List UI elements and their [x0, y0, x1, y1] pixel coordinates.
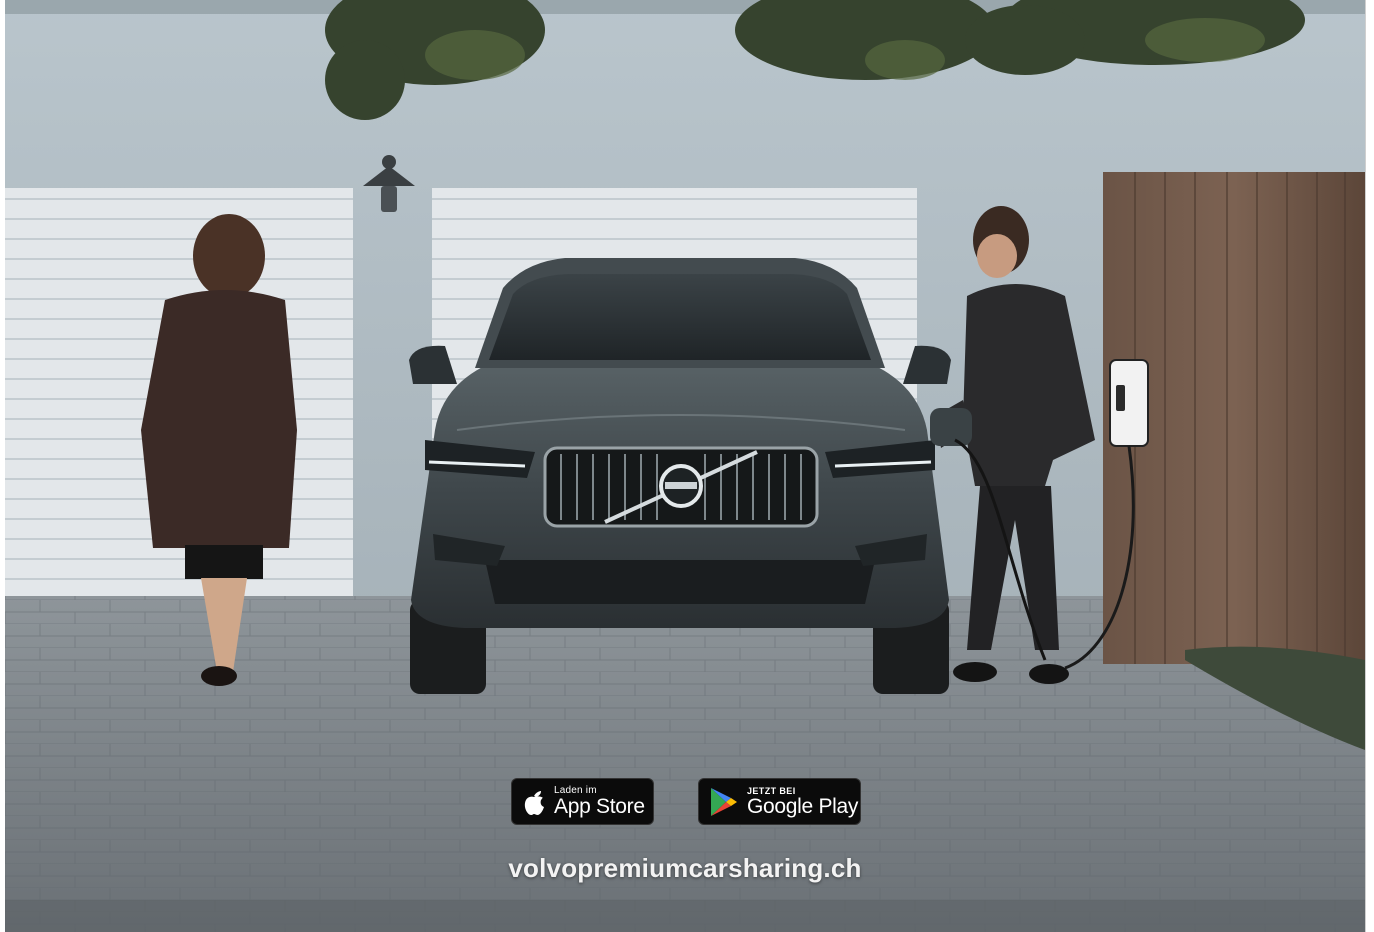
- ad-frame: Laden im App Store JETZT BEI Google Play…: [5, 0, 1366, 932]
- app-store-big-text: App Store: [554, 794, 645, 818]
- apple-icon: [524, 790, 544, 815]
- google-play-icon: [711, 787, 737, 816]
- advert-photo: [5, 0, 1365, 932]
- google-play-small-text: JETZT BEI: [747, 785, 796, 796]
- website-url[interactable]: volvopremiumcarsharing.ch: [5, 853, 1365, 884]
- app-store-small-text: Laden im: [554, 784, 597, 796]
- google-play-badge[interactable]: JETZT BEI Google Play: [698, 778, 861, 825]
- app-store-badge[interactable]: Laden im App Store: [511, 778, 654, 825]
- google-play-big-text: Google Play: [747, 794, 859, 818]
